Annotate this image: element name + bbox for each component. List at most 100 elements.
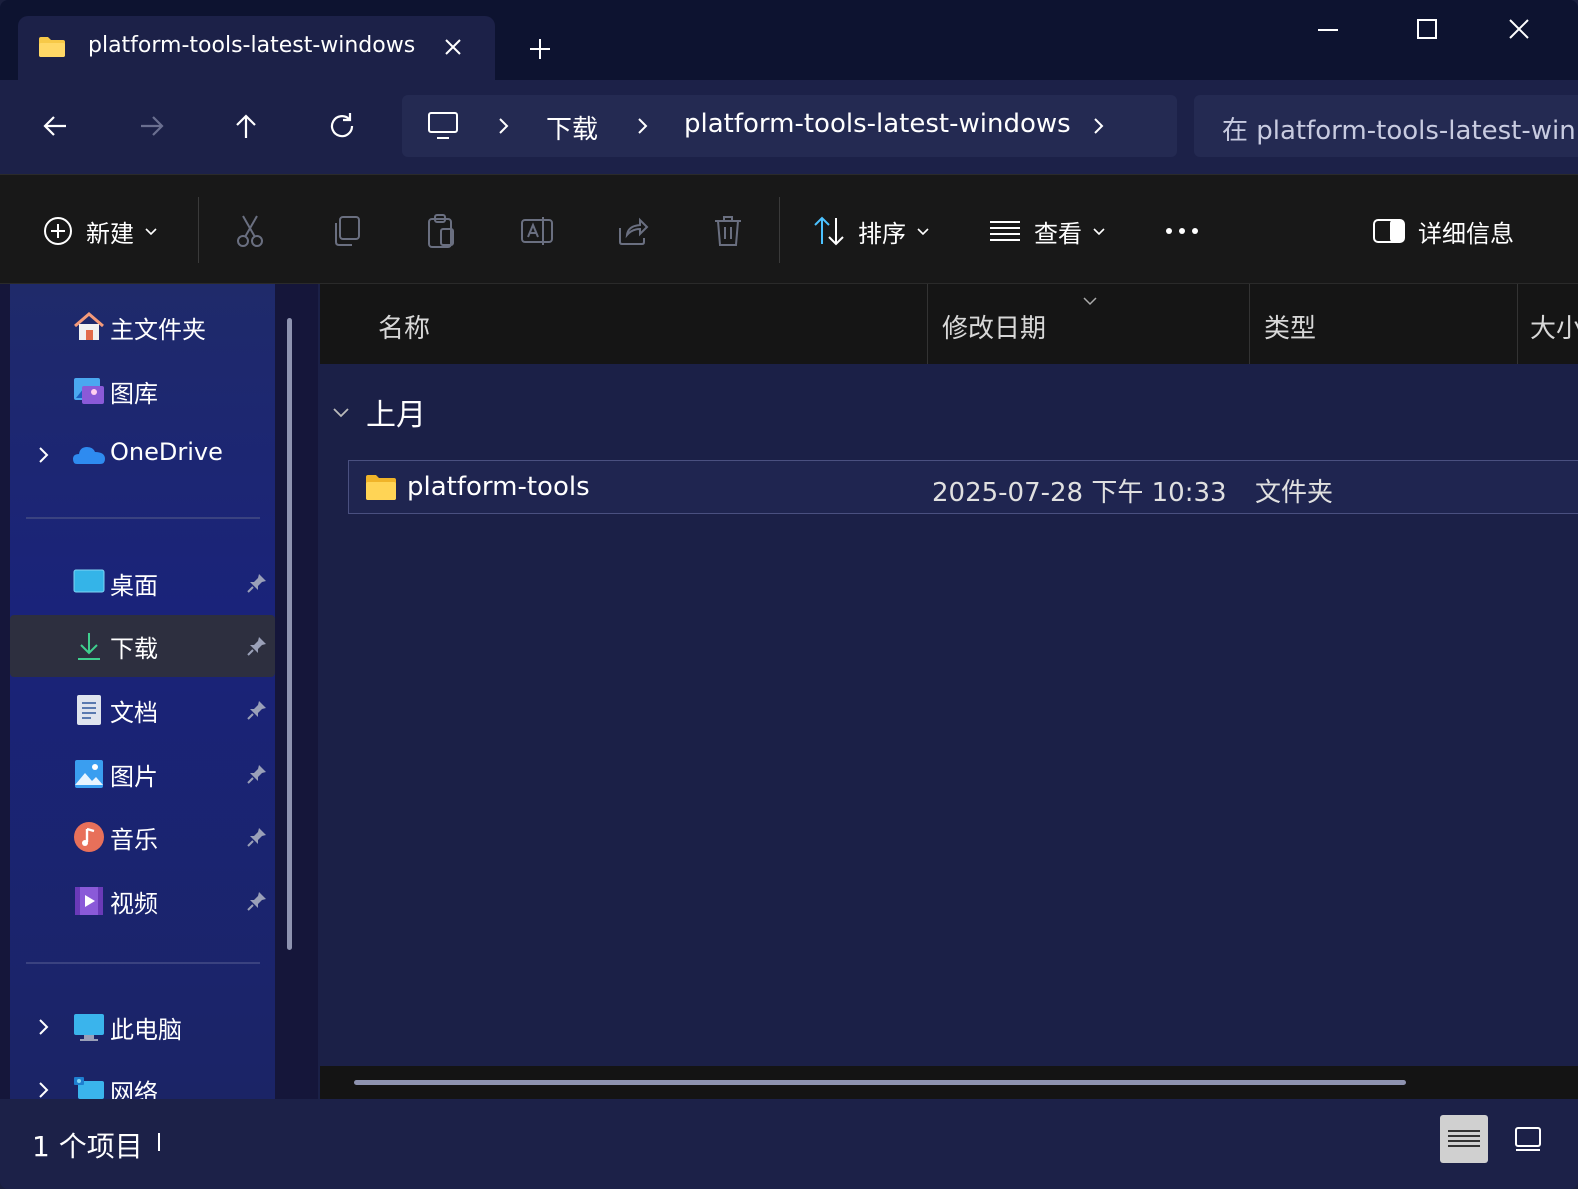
delete-button[interactable] (712, 211, 744, 251)
close-tab-icon[interactable] (440, 34, 466, 60)
sidebar-item-gallery[interactable]: 图库 (10, 360, 275, 422)
plus-circle-icon (42, 215, 74, 247)
forward-arrow-icon[interactable] (131, 106, 171, 146)
sidebar-item-label: OneDrive (110, 438, 223, 466)
pin-icon[interactable] (246, 699, 268, 721)
horizontal-scrollbar[interactable] (354, 1080, 1406, 1085)
breadcrumb-downloads[interactable]: 下载 (546, 109, 598, 146)
column-header-type[interactable]: 类型 (1250, 284, 1518, 364)
navigation-bar: 下载 platform-tools-latest-windows 在 platf… (0, 80, 1578, 174)
up-arrow-icon[interactable] (226, 106, 266, 146)
new-button[interactable]: 新建 (42, 211, 158, 251)
cut-button[interactable] (234, 211, 266, 251)
file-type: 文件夹 (1255, 478, 1334, 508)
column-header-row: 名称 修改日期 类型 大小 (320, 284, 1578, 364)
column-header-name[interactable]: 名称 (320, 284, 928, 364)
sidebar-item-documents[interactable]: 文档 (10, 679, 275, 741)
sort-descending-chevron-icon (1082, 296, 1098, 306)
address-bar[interactable]: 下载 platform-tools-latest-windows (402, 95, 1177, 157)
details-pane-icon (1372, 217, 1406, 245)
trash-icon (712, 214, 744, 248)
sort-icon (812, 214, 846, 248)
details-view-icon[interactable] (1440, 1115, 1488, 1163)
toolbar-divider (779, 197, 780, 263)
sidebar-item-onedrive[interactable]: OneDrive (10, 424, 275, 486)
chevron-down-icon (1092, 224, 1106, 238)
file-explorer-window: platform-tools-latest-windows 下载 platfor… (0, 0, 1578, 1189)
group-header-last-month[interactable]: 上月 (330, 392, 426, 433)
refresh-icon[interactable] (322, 106, 362, 146)
pin-icon[interactable] (246, 572, 268, 594)
sidebar-item-desktop[interactable]: 桌面 (10, 552, 275, 614)
sidebar-divider (26, 962, 260, 964)
pictures-icon (72, 757, 106, 791)
item-count: 1 个项目 (32, 1130, 143, 1163)
chevron-right-icon[interactable] (631, 115, 653, 137)
pin-icon[interactable] (246, 635, 268, 657)
close-window-icon[interactable] (1499, 14, 1539, 46)
home-icon (72, 310, 106, 344)
chevron-right-icon[interactable] (32, 444, 54, 466)
search-placeholder[interactable]: 在 platform-tools-latest-win (1222, 110, 1576, 147)
sidebar-item-label: 文档 (110, 699, 158, 727)
paste-button[interactable] (425, 211, 457, 251)
status-divider (158, 1133, 160, 1151)
view-label: 查看 (1034, 219, 1082, 248)
sidebar-item-videos[interactable]: 视频 (10, 870, 275, 932)
chevron-right-icon[interactable] (32, 1079, 54, 1101)
command-bar: 新建 排序 查看 详细信息 (0, 174, 1578, 284)
breadcrumb-current-folder[interactable]: platform-tools-latest-windows (684, 109, 1071, 139)
minimize-icon[interactable] (1308, 14, 1348, 46)
column-header-date[interactable]: 修改日期 (928, 284, 1250, 364)
tiles-view-icon[interactable] (1504, 1115, 1552, 1163)
sidebar-item-this-pc[interactable]: 此电脑 (10, 996, 275, 1058)
tab-active[interactable]: platform-tools-latest-windows (18, 16, 495, 80)
sidebar-item-home[interactable]: 主文件夹 (10, 296, 275, 358)
sidebar-item-music[interactable]: 音乐 (10, 806, 275, 868)
folder-icon (38, 36, 66, 58)
back-arrow-icon[interactable] (36, 106, 76, 146)
search-box[interactable]: 在 platform-tools-latest-win (1194, 95, 1578, 157)
group-label: 上月 (366, 398, 426, 433)
file-list-pane: 名称 修改日期 类型 大小 上月 platform-tools 2025-07-… (320, 284, 1578, 1099)
chevron-down-icon (144, 224, 158, 238)
column-header-label: 修改日期 (942, 314, 1047, 344)
copy-button[interactable] (330, 211, 362, 251)
status-bar: 1 个项目 (0, 1099, 1578, 1189)
folder-icon (365, 473, 397, 501)
sidebar-scrollbar[interactable] (287, 318, 292, 950)
new-tab-icon[interactable] (525, 34, 555, 64)
this-pc-icon[interactable] (426, 109, 460, 143)
new-label: 新建 (86, 219, 134, 248)
this-pc-icon (72, 1010, 106, 1044)
scissors-icon (234, 213, 266, 249)
file-row[interactable]: platform-tools 2025-07-28 下午 10:33 文件夹 (348, 460, 1578, 514)
details-label: 详细信息 (1418, 219, 1514, 248)
maximize-icon[interactable] (1407, 14, 1447, 46)
pin-icon[interactable] (246, 763, 268, 785)
column-header-size[interactable]: 大小 (1518, 284, 1578, 364)
rename-button[interactable] (520, 211, 554, 251)
chevron-down-icon (330, 401, 352, 423)
file-name[interactable]: platform-tools (407, 472, 590, 502)
pin-icon[interactable] (246, 890, 268, 912)
title-bar: platform-tools-latest-windows (0, 0, 1578, 80)
details-pane-button[interactable]: 详细信息 (1372, 211, 1514, 251)
more-options-button[interactable] (1164, 211, 1200, 251)
rename-icon (520, 214, 554, 248)
chevron-right-icon[interactable] (1087, 115, 1109, 137)
toolbar-divider (198, 197, 199, 263)
chevron-right-icon[interactable] (32, 1016, 54, 1038)
sidebar-item-pictures[interactable]: 图片 (10, 743, 275, 805)
sidebar-item-downloads[interactable]: 下载 (10, 615, 275, 677)
view-button[interactable]: 查看 (988, 211, 1106, 251)
pin-icon[interactable] (246, 826, 268, 848)
sidebar-item-label: 图库 (110, 380, 158, 408)
chevron-right-icon[interactable] (492, 115, 514, 137)
videos-icon (72, 884, 106, 918)
sort-button[interactable]: 排序 (812, 211, 930, 251)
music-icon (72, 820, 106, 854)
share-button[interactable] (616, 211, 650, 251)
sidebar-item-label: 图片 (110, 763, 158, 791)
navigation-pane: 主文件夹 图库 OneDrive 桌面 下载 文档 图片 音乐 视频 此电脑 网… (0, 284, 318, 1107)
